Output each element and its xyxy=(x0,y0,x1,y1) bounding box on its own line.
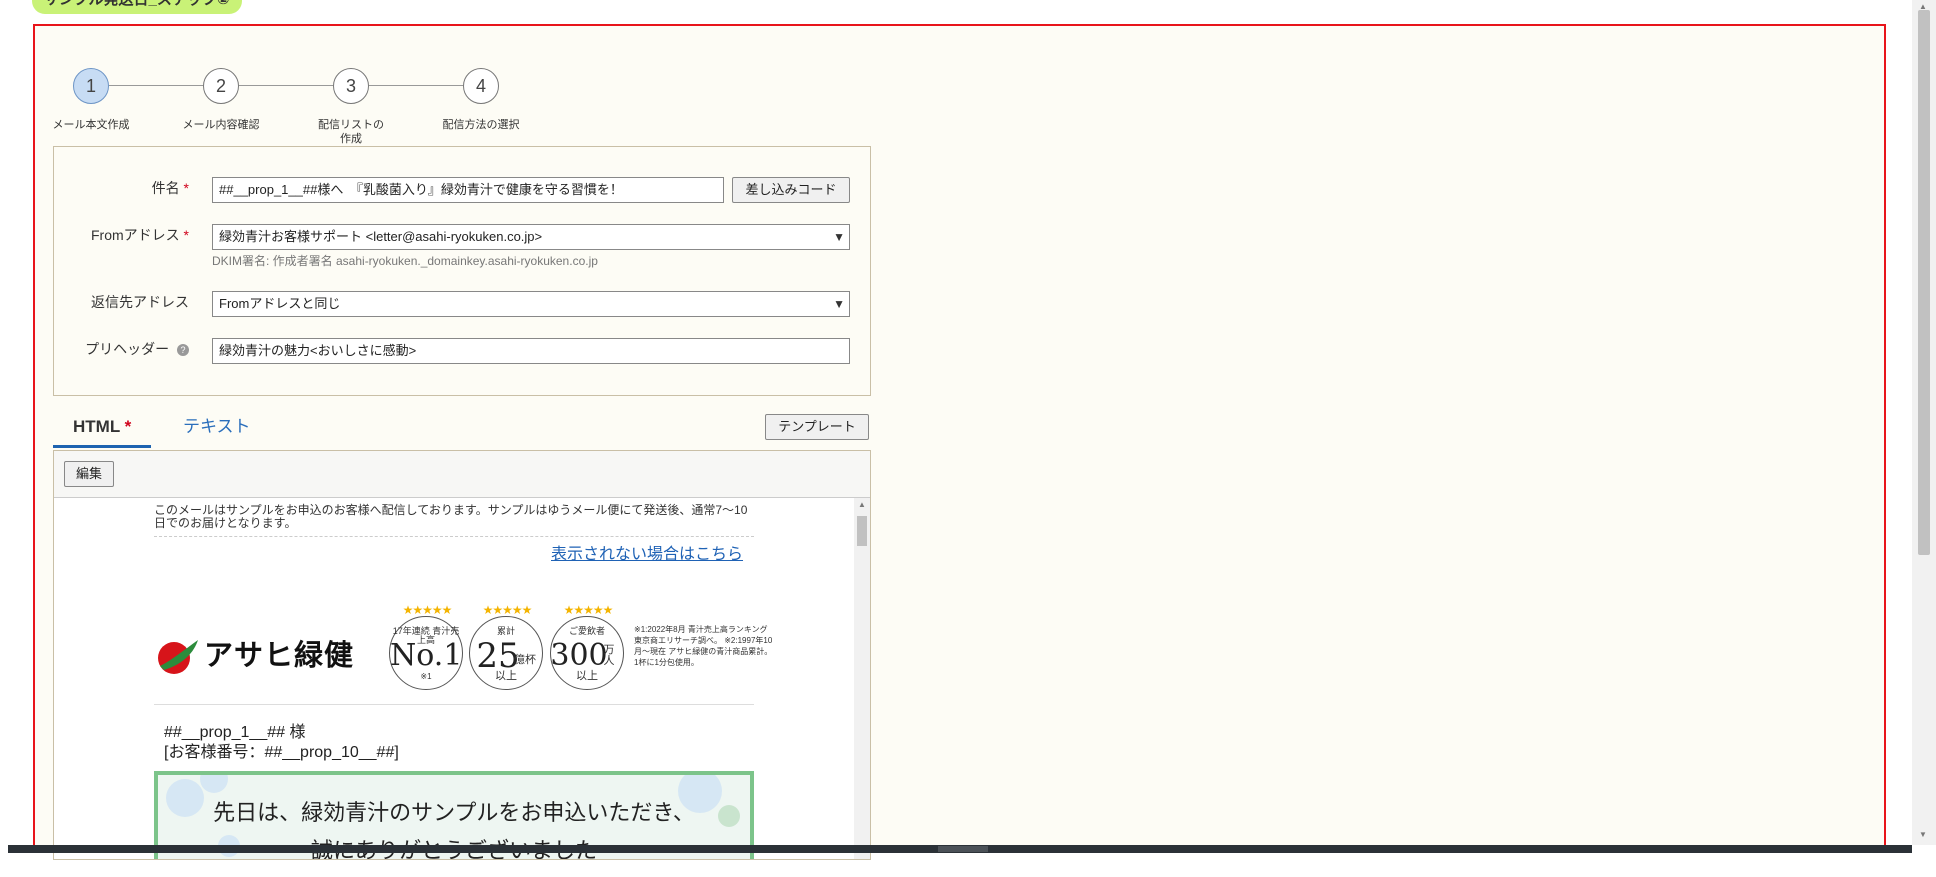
medal-bottom-text: ※1 xyxy=(420,672,432,681)
medal-side-text: 億杯 xyxy=(514,654,536,666)
preheader-label: プリヘッダー ? xyxy=(85,339,189,359)
from-address-value: 緑効青汁お客様サポート <letter@asahi-ryokuken.co.jp… xyxy=(219,229,543,244)
tab-text[interactable]: テキスト xyxy=(163,409,271,445)
page-vertical-scrollbar[interactable]: ▲ ▼ xyxy=(1912,0,1936,845)
award-footnotes: ※1:2022年8月 青汁売上高ランキング 東京商エリサーチ調べ。 ※2:199… xyxy=(634,625,773,667)
from-address-select[interactable]: 緑効青汁お客様サポート <letter@asahi-ryokuken.co.jp… xyxy=(212,224,850,250)
preview-scrollbar[interactable]: ▲ xyxy=(854,498,870,859)
preview-notice: このメールはサンプルをお申込のお客様へ配信しております。サンプルはゆうメール便に… xyxy=(154,504,754,537)
reply-address-label-text: 返信先アドレス xyxy=(91,294,189,310)
step-4-label: 配信方法の選択 xyxy=(442,119,520,131)
preheader-input[interactable]: 緑効青汁の魅力<おいしさに感動> xyxy=(212,338,850,364)
email-preview[interactable]: このメールはサンプルをお申込のお客様へ配信しております。サンプルはゆうメール便に… xyxy=(54,498,854,859)
greeting-customer-number: [お客様番号：##__prop_10__##] xyxy=(164,744,399,761)
asahi-logo-icon xyxy=(158,640,198,674)
html-editor: 編集 このメールはサンプルをお申込のお客様へ配信しております。サンプルはゆうメー… xyxy=(53,450,871,860)
content-tabs: HTML * テキスト テンプレート xyxy=(53,409,871,448)
tab-html[interactable]: HTML * xyxy=(53,409,152,448)
decor-bubble xyxy=(200,775,228,793)
reply-address-value: Fromアドレスと同じ xyxy=(219,296,341,311)
award-medal-users: ★★★★★ ご愛飲者 300 万人 以上 xyxy=(550,603,624,690)
required-mark: * xyxy=(183,180,189,196)
step-1-circle[interactable]: 1 xyxy=(73,68,109,104)
medal-top-text: ご愛飲者 xyxy=(568,626,605,636)
subject-input[interactable]: ##__prop_1__##様へ 『乳酸菌入り』緑効青汁で健康を守る習慣を！ xyxy=(212,177,724,203)
reply-address-label: 返信先アドレス xyxy=(91,292,189,312)
step-connector xyxy=(109,85,203,86)
editor-toolbar: 編集 xyxy=(54,451,870,498)
stars-icon: ★★★★★ xyxy=(563,603,614,617)
horizontal-scroll-thumb[interactable] xyxy=(938,846,988,852)
banner-line-1: 先日は、緑効青汁のサンプルをお申込いただき、 xyxy=(213,801,695,826)
medal-bottom-text: 以上 xyxy=(495,670,517,682)
preheader-label-text: プリヘッダー xyxy=(85,341,170,357)
view-in-browser-link[interactable]: 表示されない場合はこちら xyxy=(551,540,743,564)
page-horizontal-scrollbar[interactable] xyxy=(8,845,1912,853)
subject-label-text: 件名 xyxy=(151,180,180,196)
mail-settings-form: 件名 * ##__prop_1__##様へ 『乳酸菌入り』緑効青汁で健康を守る習… xyxy=(53,146,871,396)
scroll-down-arrow-icon[interactable]: ▼ xyxy=(1919,830,1927,839)
step-1-label: メール本文作成 xyxy=(52,119,130,131)
step-frame: 1 2 3 4 メール本文作成 メール内容確認 配信リストの作成 配信方法の選択… xyxy=(33,24,1886,860)
page-scroll-thumb[interactable] xyxy=(1918,10,1930,555)
edit-button[interactable]: 編集 xyxy=(64,461,114,487)
award-medal-cups: ★★★★★ 累計 25 億杯 以上 xyxy=(469,603,543,690)
step-connector xyxy=(369,85,463,86)
divider xyxy=(154,704,754,705)
step-connector xyxy=(239,85,333,86)
chevron-down-icon: ▼ xyxy=(833,230,845,244)
preview-scroll-thumb[interactable] xyxy=(857,516,867,546)
step-3-label: 配信リストの作成 xyxy=(318,119,384,145)
required-mark: * xyxy=(183,227,189,243)
from-address-label-text: Fromアドレス xyxy=(90,227,180,243)
greeting: ##__prop_1__## 様 [お客様番号：##__prop_10__##] xyxy=(164,723,399,763)
chevron-down-icon: ▼ xyxy=(833,297,845,311)
page-step-badge: サンプル発送日_ステップ② xyxy=(32,0,242,14)
scroll-up-arrow-icon[interactable]: ▲ xyxy=(858,500,866,509)
step-2-circle[interactable]: 2 xyxy=(203,68,239,104)
insert-code-button[interactable]: 差し込みコード xyxy=(732,177,850,203)
stars-icon: ★★★★★ xyxy=(482,603,533,617)
step-3-circle[interactable]: 3 xyxy=(333,68,369,104)
from-address-label: Fromアドレス * xyxy=(91,225,189,245)
reply-address-select[interactable]: Fromアドレスと同じ ▼ xyxy=(212,291,850,317)
medal-top-text: 累計 xyxy=(496,626,515,636)
required-mark: * xyxy=(124,417,132,436)
dkim-hint: DKIM署名: 作成者署名 asahi-ryokuken._domainkey.… xyxy=(212,254,598,268)
step-2-label: メール内容確認 xyxy=(182,119,260,131)
stars-icon: ★★★★★ xyxy=(402,603,453,617)
progress-stepper: 1 2 3 4 メール本文作成 メール内容確認 配信リストの作成 配信方法の選択 xyxy=(53,46,555,146)
medal-side-text: 万人 xyxy=(603,644,615,667)
brand-logo-text: アサヒ緑健 xyxy=(204,640,355,672)
medal-big-text: No.1 xyxy=(390,638,463,673)
greeting-name: ##__prop_1__## 様 xyxy=(164,724,306,741)
subject-label: 件名 * xyxy=(152,178,189,198)
award-medal-no1: ★★★★★ 17年連続 青汁売上高 No.1 ※1 xyxy=(389,603,463,690)
tab-html-label: HTML xyxy=(73,417,120,436)
template-button[interactable]: テンプレート xyxy=(765,414,869,440)
medal-bottom-text: 以上 xyxy=(576,670,598,682)
step-4-circle[interactable]: 4 xyxy=(463,68,499,104)
help-icon[interactable]: ? xyxy=(177,344,189,357)
